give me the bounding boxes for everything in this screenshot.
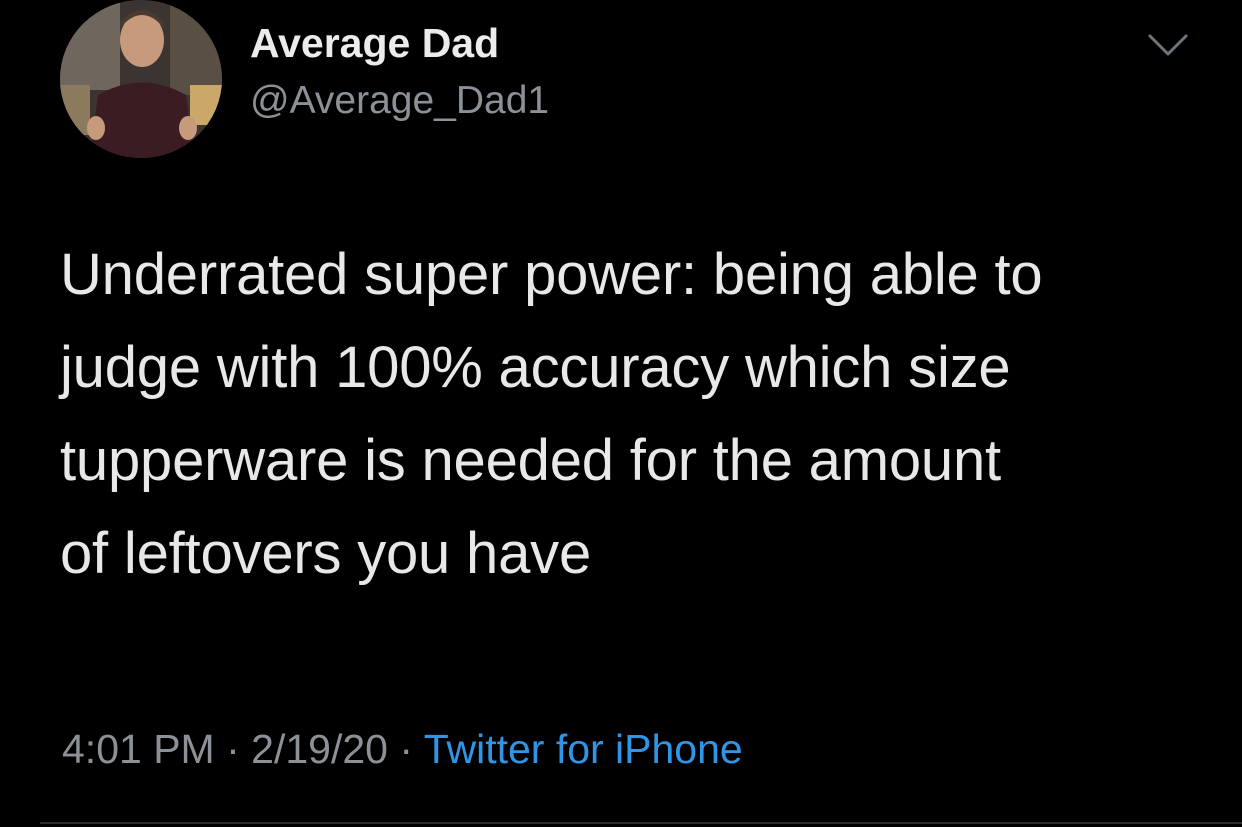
- tweet-text-line: Underrated super power: being able to: [60, 242, 1043, 307]
- tweet-date[interactable]: 2/19/20: [251, 726, 388, 772]
- profile-photo-icon: [60, 0, 222, 158]
- tweet-source-link[interactable]: Twitter for iPhone: [424, 726, 743, 772]
- tweet-text-line: tupperware is needed for the amount: [60, 428, 1001, 493]
- meta-separator: ·: [226, 726, 240, 772]
- tweet-time[interactable]: 4:01 PM: [62, 726, 215, 772]
- display-name[interactable]: Average Dad: [250, 18, 549, 68]
- author-block[interactable]: Average Dad @Average_Dad1: [250, 18, 549, 126]
- tweet-text: Underrated super power: being able to ju…: [60, 228, 1220, 600]
- user-handle[interactable]: @Average_Dad1: [250, 76, 549, 126]
- avatar[interactable]: [60, 0, 222, 158]
- divider: [40, 822, 1242, 824]
- tweet-text-line: of leftovers you have: [60, 521, 591, 586]
- tweet-text-line: judge with 100% accuracy which size: [60, 335, 1011, 400]
- tweet-meta: 4:01 PM · 2/19/20 · Twitter for iPhone: [62, 722, 743, 776]
- tweet-detail: Average Dad @Average_Dad1 Underrated sup…: [0, 0, 1242, 827]
- chevron-down-icon[interactable]: [1146, 28, 1190, 64]
- meta-separator: ·: [399, 726, 414, 772]
